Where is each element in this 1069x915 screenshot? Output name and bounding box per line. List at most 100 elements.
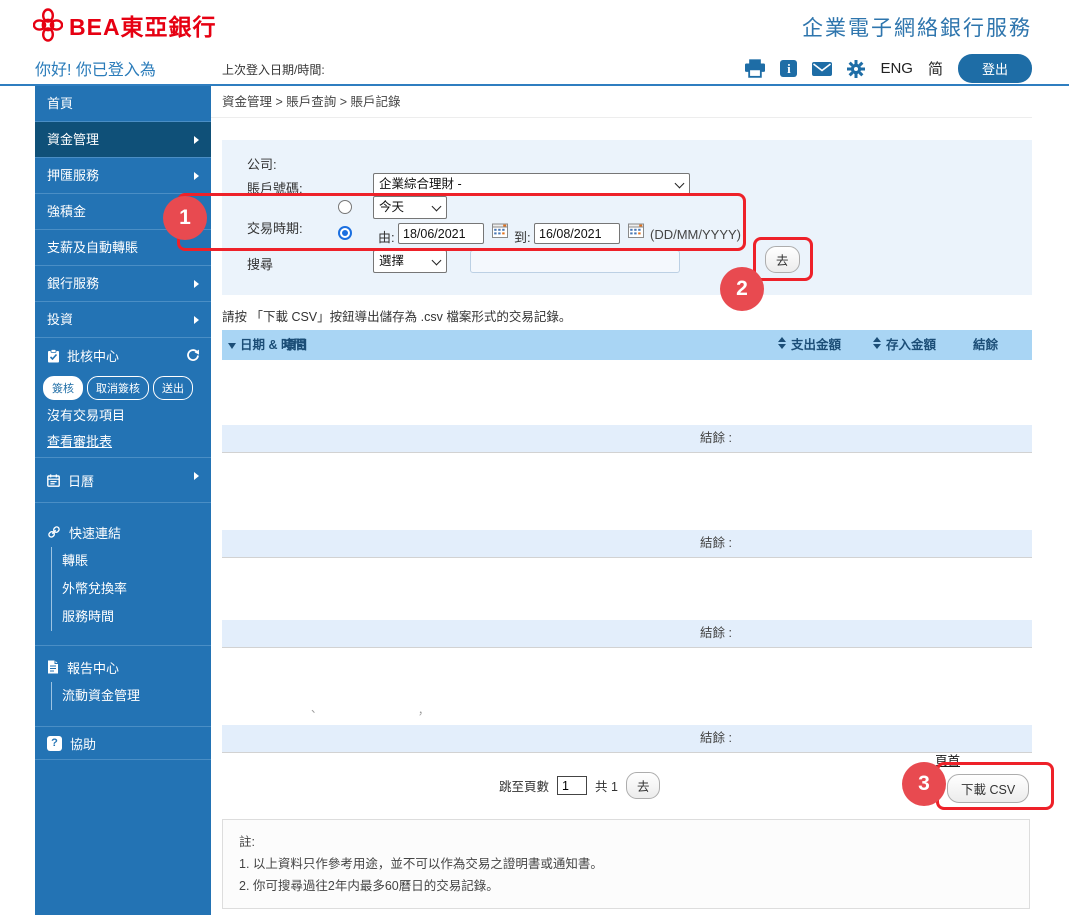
search-type-select[interactable]: 選擇 [373,250,447,273]
notes-title: 註: [239,831,1013,853]
pagination: 跳至頁數 共 1 去 [499,772,660,799]
pagination-go-button[interactable]: 去 [626,772,661,799]
language-simplified[interactable]: 简 [928,58,943,79]
bea-logo: BEA東亞銀行 [33,8,217,42]
download-hint-text: 請按 「下載 CSV」按鈕導出儲存為 .csv 檔案形式的交易記錄。 [222,306,571,325]
cancel-sign-button[interactable]: 取消簽核 [87,376,149,400]
send-button[interactable]: 送出 [153,376,193,400]
annotation-step-1: 1 [163,196,207,240]
sidebar-item-help[interactable]: ? 協助 [35,726,211,760]
account-select[interactable]: 企業綜合理財 - [373,173,690,196]
greeting-text: 你好! 你已登入為 [35,56,156,80]
column-credit[interactable]: 存入金額 [886,330,936,360]
header-actions: i [745,54,1032,83]
sidebar-item-trade-services[interactable]: 押匯服務 [35,158,211,194]
report-link-liquidity[interactable]: 流動資金管理 [52,682,211,710]
total-pages-label: 共 1 [595,776,618,795]
sort-both-icon[interactable] [873,337,882,349]
last-login-label: 上次登入日期/時間: [222,61,325,78]
annotation-step-3: 3 [902,762,946,806]
company-label: 公司: [247,154,277,173]
search-input[interactable] [470,250,680,273]
column-balance: 結餘 [973,330,998,360]
refresh-icon[interactable] [186,349,199,362]
chevron-down-icon [675,179,685,189]
today-radio[interactable] [338,200,352,214]
quick-links-header[interactable]: 快速連結 [35,519,211,545]
balance-row: 結餘 : [222,620,1032,648]
search-label: 搜尋 [247,254,273,273]
column-item: 項目 [283,330,308,360]
page: BEA東亞銀行 企業電子網絡銀行服務 你好! 你已登入為 上次登入日期/時間: … [0,0,1069,915]
note-line-2: 2. 你可搜尋過往2年内最多60曆日的交易記錄。 [239,875,1013,897]
date-range-radio[interactable] [338,226,352,240]
report-center-header[interactable]: 報告中心 [35,654,211,680]
report-center-group: 流動資金管理 [51,682,211,710]
stray-mark: ， [418,702,429,718]
sort-both-icon[interactable] [778,337,787,349]
sidebar-approval-center[interactable]: 批核中心 [35,338,211,373]
quick-links-group: 轉賬 外幣兌換率 服務時間 [51,547,211,631]
submenu-arrow-icon [194,280,199,288]
info-icon[interactable]: i [780,60,797,77]
sidebar-item-home[interactable]: 首頁 [35,86,211,122]
calendar-icon [47,474,60,487]
note-line-1: 1. 以上資料只作參考用途，並不可以作為交易之證明書或通知書。 [239,853,1013,875]
submenu-arrow-icon [194,172,199,180]
quick-link-service-hours[interactable]: 服務時間 [52,603,211,631]
no-transaction-text: 沒有交易項目 [35,403,211,429]
greeting-bar: 你好! 你已登入為 上次登入日期/時間: i [0,52,1069,84]
chevron-down-icon [432,202,442,212]
from-date-input[interactable] [398,223,484,244]
sidebar-separator [35,645,211,646]
date-format-hint: (DD/MM/YYYY) [650,227,741,242]
chevron-down-icon [432,256,442,266]
table-header: 日期 & 時間 項目 支出金額 存入金額 結餘 [222,330,1032,360]
account-label: 賬戶號碼: [247,178,303,197]
notes-panel: 註: 1. 以上資料只作參考用途，並不可以作為交易之證明書或通知書。 2. 你可… [222,819,1030,909]
from-label: 由: [378,227,395,246]
logout-button[interactable]: 登出 [958,54,1032,83]
document-icon [47,660,59,674]
breadcrumb: 資金管理 > 賬戶查詢 > 賬戶記錄 [211,86,1032,118]
view-approval-link[interactable]: 查看審批表 [35,429,211,455]
sidebar-item-banking-services[interactable]: 銀行服務 [35,266,211,302]
bea-logo-text: BEA東亞銀行 [69,8,217,42]
today-select[interactable]: 今天 [373,196,447,219]
go-button[interactable]: 去 [765,246,800,273]
annotation-step-2: 2 [720,267,764,311]
sidebar-item-calendar[interactable]: 日曆 [35,457,211,503]
column-debit[interactable]: 支出金額 [791,330,841,360]
to-date-calendar-icon[interactable] [628,223,644,243]
quick-link-fx-rates[interactable]: 外幣兌換率 [52,575,211,603]
gear-icon[interactable] [847,60,865,78]
approval-buttons: 簽核 取消簽核 送出 [35,373,211,403]
sign-button[interactable]: 簽核 [43,376,83,400]
balance-row: 結餘 : [222,425,1032,453]
help-icon: ? [47,736,62,751]
download-csv-button[interactable]: 下載 CSV [947,774,1029,803]
link-icon [47,525,61,539]
sort-desc-icon[interactable] [228,343,236,349]
sidebar-item-cash-management[interactable]: 資金管理 [35,122,211,158]
balance-row: 結餘 : [222,530,1032,558]
stray-mark: 、 [311,700,322,716]
submenu-arrow-icon [194,136,199,144]
mail-icon[interactable] [812,62,832,76]
sidebar-item-investment[interactable]: 投資 [35,302,211,338]
balance-row: 結餘 : [222,725,1032,753]
period-label: 交易時期: [247,218,303,237]
bea-logo-icon [33,8,63,42]
printer-icon[interactable] [745,59,765,78]
to-label: 到: [514,227,531,246]
back-to-top-link[interactable]: 頁首 [935,750,960,769]
jump-to-page-label: 跳至頁數 [499,776,549,795]
portal-title: 企業電子網絡銀行服務 [802,12,1032,42]
submenu-arrow-icon [194,472,199,480]
from-date-calendar-icon[interactable] [492,223,508,243]
quick-link-transfer[interactable]: 轉賬 [52,547,211,575]
to-date-input[interactable] [534,223,620,244]
language-english[interactable]: ENG [880,60,913,77]
page-number-input[interactable] [557,776,587,795]
clipboard-icon [47,349,60,363]
